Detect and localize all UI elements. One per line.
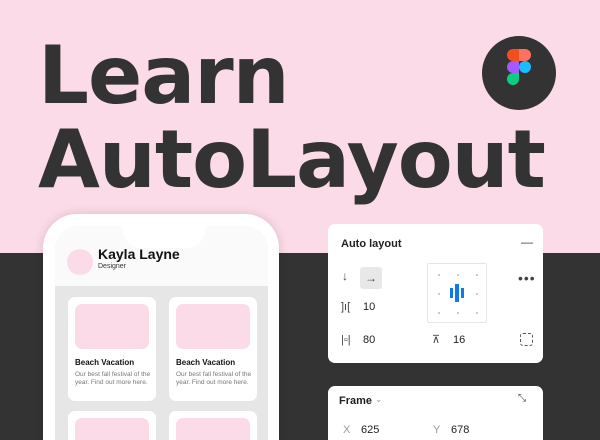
y-value[interactable]: 678 bbox=[451, 424, 469, 436]
card[interactable]: Beach Vacation Our best fall festival of… bbox=[68, 297, 156, 401]
remove-icon[interactable]: — bbox=[521, 235, 533, 249]
chevron-down-icon[interactable]: ⌄ bbox=[375, 394, 383, 405]
card[interactable] bbox=[68, 411, 156, 440]
card[interactable]: Beach Vacation Our best fall festival of… bbox=[169, 297, 257, 401]
card-image bbox=[75, 418, 149, 440]
card-image bbox=[176, 418, 250, 440]
vertical-padding-value[interactable]: 16 bbox=[453, 334, 465, 346]
profile-role: Designer bbox=[98, 263, 127, 270]
phone-screen: Kayla Layne Designer Beach Vacation Our … bbox=[55, 226, 268, 440]
x-label: X bbox=[343, 424, 351, 436]
frame-title[interactable]: Frame bbox=[339, 395, 372, 407]
card-title: Beach Vacation bbox=[75, 358, 135, 367]
title-line-1: Learn bbox=[38, 29, 290, 122]
profile-name: Kayla Layne bbox=[98, 246, 180, 262]
horizontal-padding-icon: |▫| bbox=[341, 334, 351, 346]
phone-mockup: Kayla Layne Designer Beach Vacation Our … bbox=[43, 214, 279, 440]
card-title: Beach Vacation bbox=[176, 358, 236, 367]
y-label: Y bbox=[433, 424, 441, 436]
card-description: Our best fall festival of the year. Find… bbox=[176, 371, 252, 386]
card[interactable] bbox=[169, 411, 257, 440]
x-value[interactable]: 625 bbox=[361, 424, 379, 436]
direction-horizontal-icon[interactable]: → bbox=[360, 267, 382, 289]
alignment-grid[interactable] bbox=[427, 263, 487, 323]
avatar bbox=[67, 249, 93, 275]
collapse-icon[interactable]: ⤡ bbox=[518, 393, 526, 404]
spacing-icon: ]ı[ bbox=[341, 301, 351, 313]
card-description: Our best fall festival of the year. Find… bbox=[75, 371, 151, 386]
horizontal-padding-value[interactable]: 80 bbox=[363, 334, 375, 346]
spacing-value[interactable]: 10 bbox=[363, 301, 375, 313]
vertical-padding-icon: ⊼ bbox=[432, 334, 441, 346]
figma-logo-icon bbox=[482, 36, 556, 110]
title-line-2: AutoLayout bbox=[38, 113, 546, 206]
auto-layout-title: Auto layout bbox=[341, 238, 402, 250]
direction-vertical-icon[interactable]: ↓ bbox=[342, 269, 348, 283]
card-image bbox=[75, 304, 149, 349]
card-image bbox=[176, 304, 250, 349]
more-options-icon[interactable]: ••• bbox=[518, 270, 536, 286]
phone-notch bbox=[122, 226, 206, 248]
profile-header: Kayla Layne Designer bbox=[55, 226, 268, 286]
clip-content-icon[interactable] bbox=[520, 333, 533, 346]
